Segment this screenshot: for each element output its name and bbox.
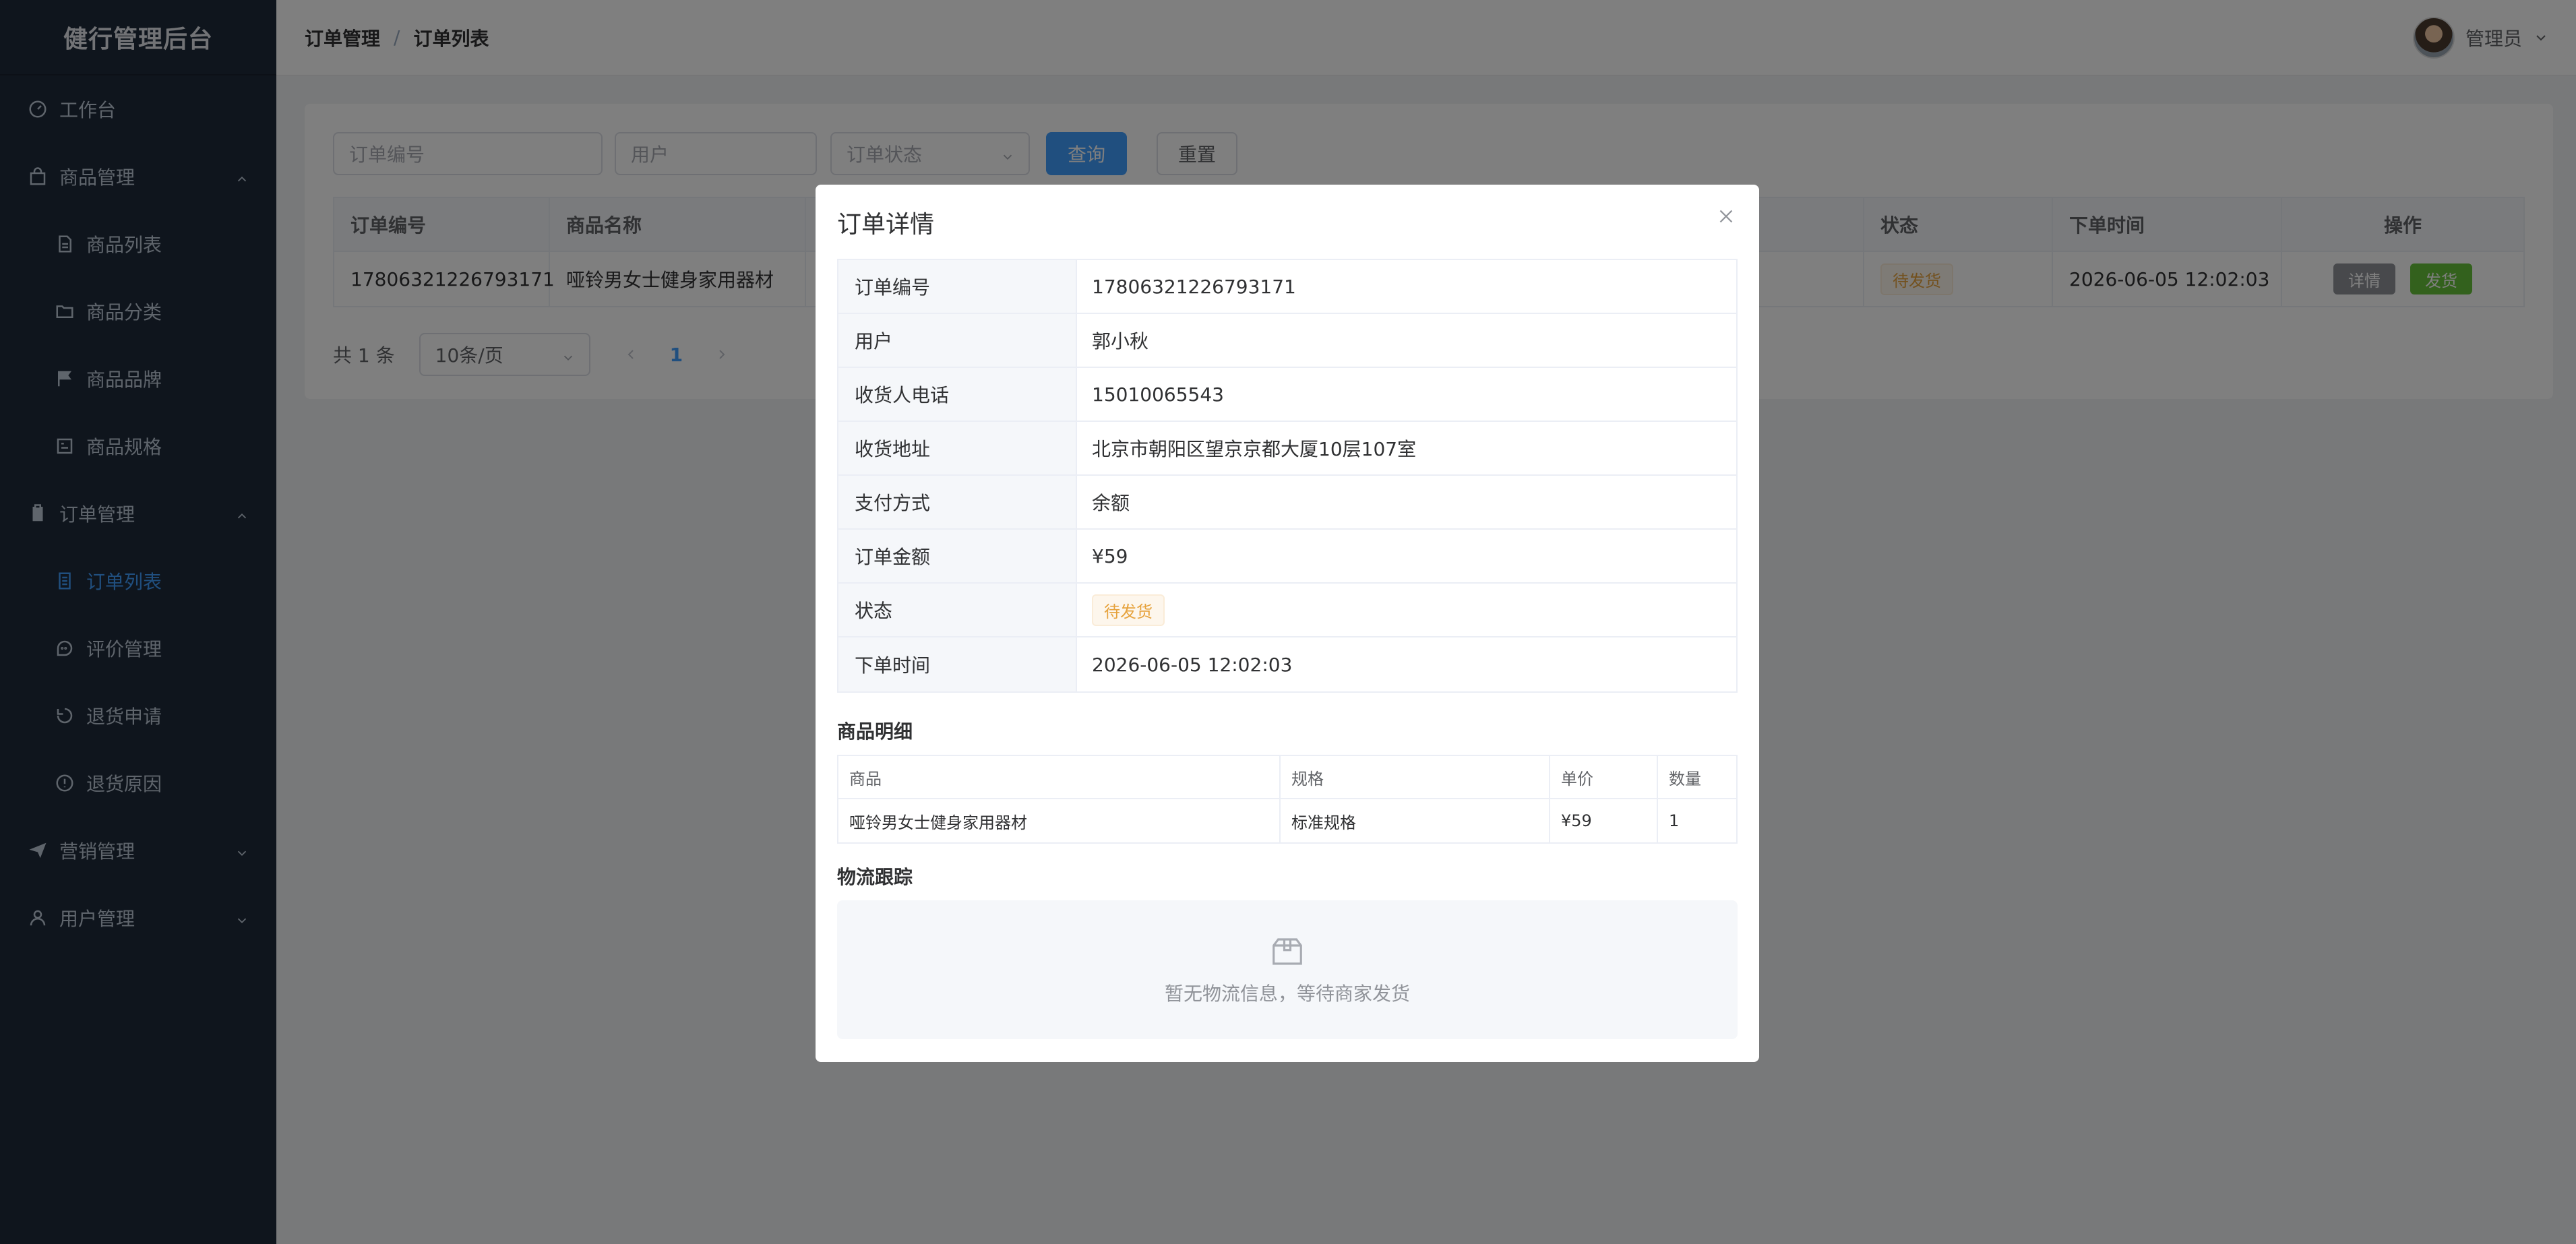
desc-row-payment: 支付方式 余额 — [838, 476, 1736, 530]
column-header: 数量 — [1669, 769, 1701, 788]
goods-spec-cell: 标准规格 — [1281, 799, 1550, 842]
desc-row-status: 状态 待发货 — [838, 584, 1736, 637]
desc-label: 订单编号 — [838, 260, 1077, 313]
desc-value: 15010065543 — [1092, 383, 1224, 406]
desc-label: 收货人电话 — [838, 368, 1077, 421]
close-icon[interactable] — [1715, 205, 1738, 228]
desc-row-address: 收货地址 北京市朝阳区望京京都大厦10层107室 — [838, 422, 1736, 476]
logistics-section-title: 物流跟踪 — [837, 866, 913, 888]
desc-row-time: 下单时间 2026-06-05 12:02:03 — [838, 637, 1736, 691]
desc-value: 17806321226793171 — [1092, 275, 1296, 298]
desc-row-phone: 收货人电话 15010065543 — [838, 368, 1736, 422]
goods-name-cell: 哑铃男女士健身家用器材 — [838, 799, 1281, 842]
desc-value: ¥59 — [1092, 545, 1128, 567]
order-description: 订单编号 17806321226793171 用户 郭小秋 收货人电话 1501… — [837, 259, 1738, 693]
desc-row-amount: 订单金额 ¥59 — [838, 530, 1736, 584]
column-header: 规格 — [1281, 756, 1550, 798]
desc-value: 郭小秋 — [1092, 330, 1149, 352]
desc-row-order-no: 订单编号 17806321226793171 — [838, 260, 1736, 314]
desc-label: 状态 — [838, 584, 1077, 636]
desc-label: 下单时间 — [838, 637, 1077, 691]
logistics-empty-text: 暂无物流信息，等待商家发货 — [1164, 983, 1410, 1005]
desc-label: 支付方式 — [838, 476, 1077, 528]
desc-value: 北京市朝阳区望京京都大厦10层107室 — [1092, 438, 1417, 460]
goods-table: 商品 规格 单价 数量 哑铃男女士健身家用器材 标准规格 ¥59 1 — [837, 755, 1738, 844]
desc-value: 待发货 — [1077, 584, 1736, 636]
desc-label: 收货地址 — [838, 422, 1077, 474]
box-icon — [1272, 938, 1302, 965]
table-row: 哑铃男女士健身家用器材 标准规格 ¥59 1 — [838, 799, 1736, 842]
column-header: 单价 — [1550, 756, 1658, 798]
logistics-empty: 暂无物流信息，等待商家发货 — [837, 900, 1738, 1039]
goods-table-header: 商品 规格 单价 数量 — [838, 756, 1736, 799]
desc-value: 2026-06-05 12:02:03 — [1092, 653, 1293, 676]
desc-row-user: 用户 郭小秋 — [838, 314, 1736, 368]
desc-label: 用户 — [838, 314, 1077, 367]
status-badge: 待发货 — [1092, 594, 1165, 626]
order-detail-dialog: 订单详情 订单编号 17806321226793171 用户 郭小秋 收货人电话… — [816, 185, 1759, 1062]
desc-value: 余额 — [1092, 492, 1130, 514]
dialog-title: 订单详情 — [837, 211, 935, 239]
desc-label: 订单金额 — [838, 530, 1077, 582]
goods-qty-cell: 1 — [1669, 811, 1680, 830]
column-header: 商品 — [838, 756, 1281, 798]
goods-price-cell: ¥59 — [1550, 799, 1658, 842]
goods-section-title: 商品明细 — [837, 720, 913, 743]
